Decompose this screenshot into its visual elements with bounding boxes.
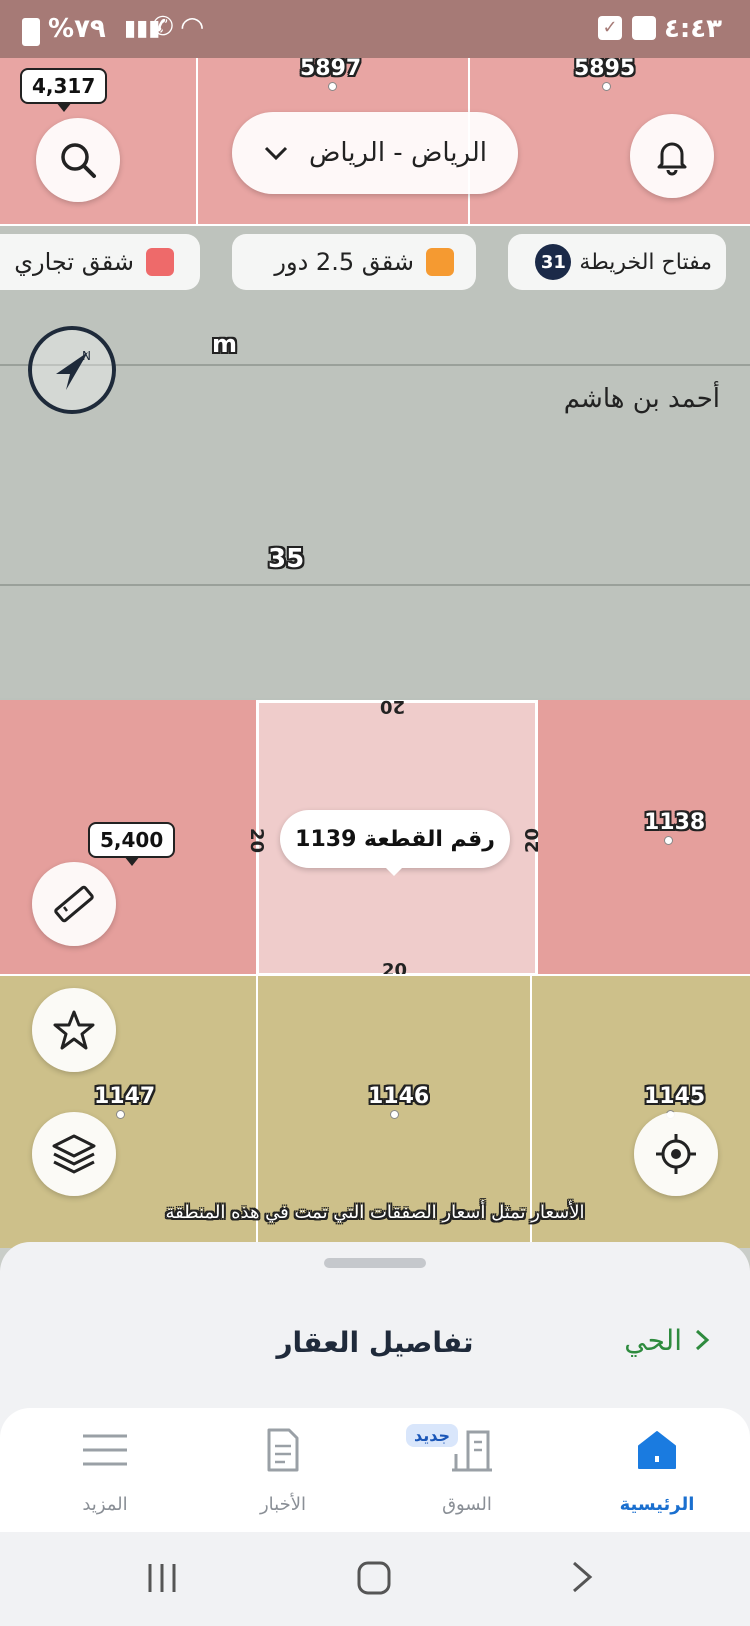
selected-parcel-label: رقم القطعة 1139 (295, 826, 495, 852)
parcel-dot (328, 82, 337, 91)
nav-market-new-badge: جديد (406, 1424, 459, 1447)
notifications-button[interactable] (630, 114, 714, 198)
parcel-label-1146: 1146 (368, 1084, 430, 1109)
chip-commercial-apartments[interactable]: شقق تجاري (0, 234, 200, 290)
dim-top: 20 (380, 696, 406, 717)
parcel-label-1147: 1147 (94, 1084, 156, 1109)
crosshair-icon (656, 1134, 696, 1174)
street-name-label: أحمد بن هاشم (563, 384, 720, 414)
my-location-button[interactable] (634, 1112, 718, 1196)
news-icon (267, 1428, 299, 1472)
popup-pointer (384, 866, 404, 876)
search-button[interactable] (36, 118, 120, 202)
battery-icon (22, 18, 40, 46)
nav-market-label: السوق (442, 1494, 492, 1515)
favorites-button[interactable] (32, 988, 116, 1072)
selected-parcel-popup[interactable]: رقم القطعة 1139 (280, 810, 510, 868)
nav-news[interactable]: الأخبار (208, 1408, 358, 1532)
chip-commercial-label: شقق تجاري (14, 248, 134, 276)
layers-button[interactable] (32, 1112, 116, 1196)
nav-market[interactable]: جديد السوق (392, 1408, 542, 1532)
district-link[interactable]: الحي (600, 1318, 710, 1362)
chevron-right-icon (695, 1329, 710, 1351)
measure-button[interactable] (32, 862, 116, 946)
row-divider (0, 974, 750, 976)
nav-home-label: الرئيسية (619, 1494, 695, 1515)
search-count-badge: 4,317 (20, 68, 108, 112)
compass-icon: N (56, 349, 91, 390)
chip-apartments-25[interactable]: شقق 2.5 دور (232, 234, 476, 290)
parcel-label-1138: 1138 (644, 810, 706, 835)
district-link-label: الحي (624, 1323, 682, 1357)
street-width-label: 35 (268, 544, 305, 574)
parcel-label-1145: 1145 (644, 1084, 706, 1109)
parcel-dot (390, 1110, 399, 1119)
parcel-dot (664, 836, 673, 845)
sheet-drag-handle[interactable] (324, 1258, 426, 1268)
nav-home[interactable]: الرئيسية (582, 1408, 732, 1532)
parcel-label-5897: 5897 (300, 58, 362, 81)
chevron-down-icon (264, 146, 288, 161)
bell-icon (657, 142, 687, 176)
status-bar: %٧٩ ▮▮▮ ✆ ◠ ✓ ٤:٤٣ (0, 0, 750, 58)
road-area (0, 226, 750, 698)
parcel-label-5895: 5895 (574, 58, 636, 81)
layers-icon (52, 1134, 96, 1174)
orange-swatch (426, 248, 454, 276)
ruler-icon (54, 885, 94, 923)
search-icon (61, 143, 96, 178)
measure-price-tag: 5,400 (88, 822, 176, 866)
check-notification-icon: ✓ (598, 16, 622, 40)
svg-text:N: N (82, 349, 91, 363)
parcel-dot (116, 1110, 125, 1119)
sheet-title: تفاصيل العقار (276, 1326, 474, 1359)
menu-icon (83, 1434, 127, 1466)
nav-more[interactable]: المزيد (30, 1408, 180, 1532)
map-key-count: 31 (535, 244, 572, 280)
home-icon (638, 1431, 676, 1469)
dim-left: 20 (246, 827, 268, 854)
star-icon (53, 1010, 95, 1050)
red-swatch (146, 248, 174, 276)
home-system-icon[interactable] (356, 1560, 392, 1596)
prices-disclaimer: الأسعار تمثل أسعار الصفقات التي تمت في ه… (165, 1202, 585, 1223)
battery-text: %٧٩ (48, 14, 106, 44)
map-key-label: مفتاح الخريطة (579, 249, 712, 275)
bottom-navigation: المزيد الأخبار جديد السوق الرئيسية (0, 1408, 750, 1532)
chip-apartments-25-label: شقق 2.5 دور (274, 248, 414, 276)
scale-unit: m (212, 330, 238, 358)
parcel-1138[interactable] (536, 700, 750, 974)
wifi-icon: ◠ (180, 10, 205, 43)
clock: ٤:٤٣ (664, 14, 723, 44)
call-wifi-icon: ✆ (152, 12, 174, 42)
map-view[interactable]: 5897 5895 m 35 أحمد بن هاشم 20 20 20 20 … (0, 58, 750, 1248)
parcel-dot (602, 82, 611, 91)
dim-right: 20 (522, 827, 544, 854)
nav-news-label: الأخبار (259, 1494, 306, 1515)
recent-apps-icon[interactable] (144, 1562, 180, 1594)
road-line (0, 584, 750, 586)
location-selector-label: الرياض - الرياض (308, 138, 488, 168)
compass-button[interactable]: N (28, 326, 116, 414)
location-selector[interactable]: الرياض - الرياض (232, 112, 518, 194)
map-key-button[interactable]: مفتاح الخريطة 31 (508, 234, 726, 290)
nav-more-label: المزيد (82, 1494, 128, 1515)
back-icon[interactable] (570, 1560, 594, 1594)
system-navigation-bar (0, 1532, 750, 1626)
image-notification-icon (632, 16, 656, 40)
